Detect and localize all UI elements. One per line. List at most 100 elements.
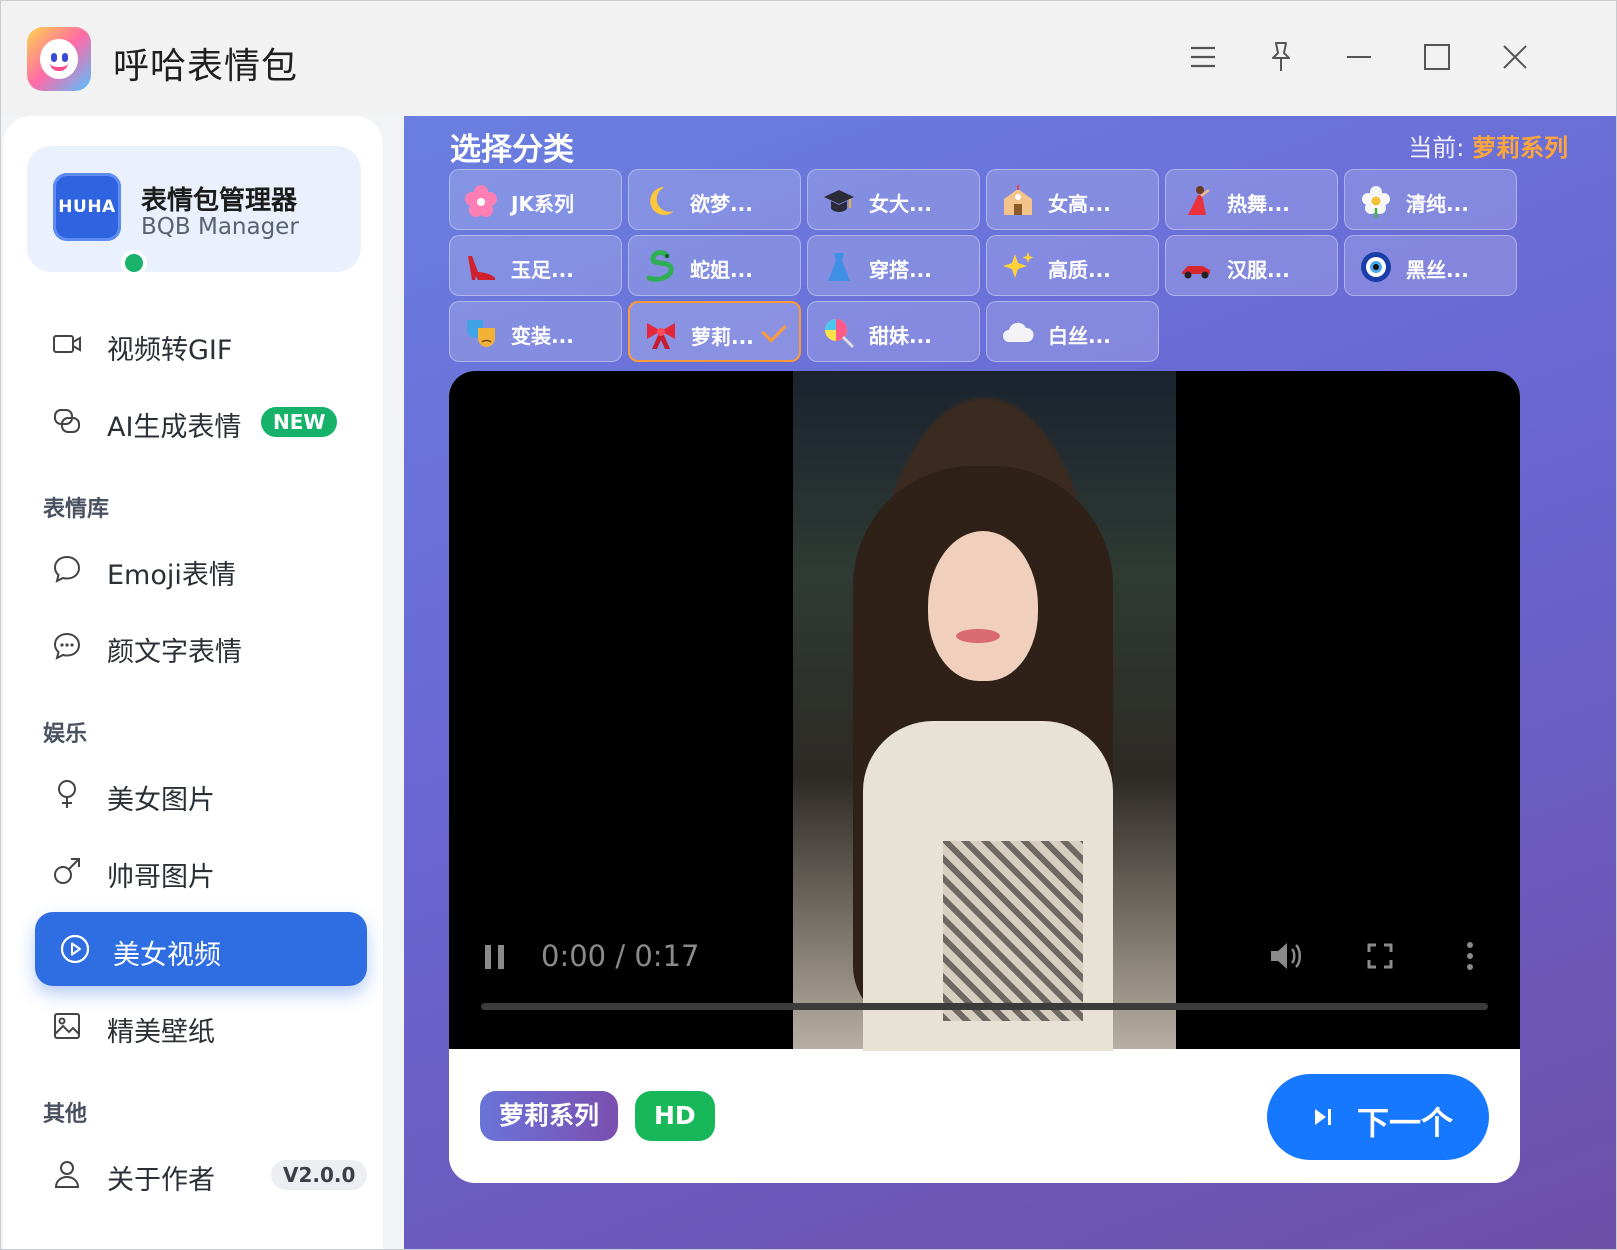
nav-female-videos[interactable]: 美女视频: [35, 912, 367, 986]
nav-label: AI生成表情: [107, 412, 242, 443]
flower-icon: [1362, 186, 1390, 218]
maximize-icon[interactable]: [1415, 35, 1459, 79]
nav-label: 关于作者: [107, 1165, 215, 1196]
brand-name: 表情包管理器: [141, 186, 298, 216]
nav-label: 精美壁纸: [107, 1017, 215, 1048]
dress-icon: [828, 253, 850, 281]
category-chip-nvgao[interactable]: 女高...: [986, 169, 1159, 230]
nav-emoji[interactable]: Emoji表情: [35, 531, 367, 607]
ribbon-icon: [647, 323, 675, 349]
category-label: 女高...: [1048, 192, 1111, 216]
pin-icon[interactable]: [1259, 35, 1303, 79]
ai-chat-icon: [54, 409, 80, 433]
next-button-label: 下一个: [1357, 1104, 1454, 1142]
nav-kaomoji[interactable]: 颜文字表情: [35, 608, 367, 684]
nav-wallpapers[interactable]: 精美壁纸: [35, 988, 367, 1064]
category-label: 变装...: [511, 324, 574, 348]
volume-icon[interactable]: [1269, 940, 1303, 972]
category-label: 汉服...: [1227, 258, 1290, 282]
category-label: 蛇姐...: [690, 258, 753, 282]
school-icon: [1004, 185, 1032, 215]
male-icon: [54, 858, 80, 884]
nav-ai-emoji[interactable]: AI生成表情 NEW: [35, 383, 367, 459]
category-label: JK系列: [511, 192, 574, 216]
category-label: 白丝...: [1048, 324, 1111, 348]
chat-bubble-icon: [53, 555, 81, 583]
video-progress-bar[interactable]: [481, 1003, 1488, 1010]
more-options-icon[interactable]: [1466, 941, 1474, 971]
category-chip-yuzu[interactable]: 玉足...: [449, 235, 622, 296]
sidebar: HUHA 表情包管理器 BQB Manager 视频转GIF AI生成表情 NE…: [3, 116, 383, 1249]
high-heel-icon: [468, 256, 495, 280]
category-chip-bianzhuang[interactable]: 变装...: [449, 301, 622, 362]
nav-female-images[interactable]: 美女图片: [35, 756, 367, 832]
cloud-icon: [1003, 322, 1034, 342]
nav-video-to-gif[interactable]: 视频转GIF: [35, 306, 367, 382]
category-chip-yumeng[interactable]: 欲梦...: [628, 169, 801, 230]
new-badge: NEW: [261, 407, 338, 437]
brand-logo-text: HUHA: [58, 197, 116, 217]
category-label: 欲梦...: [690, 192, 753, 216]
video-player[interactable]: 0:00 / 0:17: [449, 371, 1520, 1051]
current-value: 萝莉系列: [1472, 134, 1568, 162]
chat-dots-icon: [53, 632, 81, 660]
snake-icon: [646, 250, 674, 282]
category-chip-luoli[interactable]: 萝莉...: [628, 301, 801, 362]
female-icon: [58, 780, 76, 808]
category-title: 选择分类: [450, 132, 574, 168]
nav-label: 美女图片: [107, 785, 215, 816]
category-chip-jk[interactable]: JK系列: [449, 169, 622, 230]
app-window: 呼哈表情包 HUHA 表情包管理器 BQB Manager 视频转GIF AI生…: [0, 0, 1617, 1250]
category-chip-hanfu[interactable]: 汉服...: [1165, 235, 1338, 296]
category-chip-rewu[interactable]: 热舞...: [1165, 169, 1338, 230]
app-title: 呼哈表情包: [113, 46, 299, 87]
nazar-amulet-icon: [1361, 252, 1391, 282]
race-car-icon: [1182, 266, 1210, 279]
category-chip-chuanda[interactable]: 穿搭...: [807, 235, 980, 296]
app-logo-icon: [27, 27, 91, 91]
category-tag: 萝莉系列: [480, 1091, 619, 1141]
sparkles-icon: [1003, 252, 1034, 278]
category-chip-tianmei[interactable]: 甜妹...: [807, 301, 980, 362]
category-chip-baisi[interactable]: 白丝...: [986, 301, 1159, 362]
skip-next-icon: [1315, 1109, 1331, 1125]
brand-logo: HUHA: [53, 173, 121, 241]
main-panel: 选择分类 当前: 萝莉系列 JK系列 欲梦... 女大... 女高... 热舞.…: [404, 116, 1616, 1249]
brand-card: HUHA 表情包管理器 BQB Manager: [27, 146, 361, 276]
pause-icon[interactable]: [483, 943, 507, 971]
menu-icon[interactable]: [1181, 35, 1225, 79]
nav-male-images[interactable]: 帅哥图片: [35, 833, 367, 909]
category-label: 清纯...: [1406, 192, 1469, 216]
user-icon: [54, 1161, 80, 1188]
graduation-cap-icon: [824, 190, 854, 212]
category-label: 女大...: [869, 192, 932, 216]
nav-label: 帅哥图片: [107, 862, 215, 893]
category-chip-gaozhi[interactable]: 高质...: [986, 235, 1159, 296]
brand-subtitle: BQB Manager: [141, 214, 299, 240]
close-icon[interactable]: [1493, 35, 1537, 79]
category-label: 高质...: [1048, 258, 1111, 282]
video-time: 0:00 / 0:17: [541, 939, 700, 973]
nav-about-author[interactable]: 关于作者 V2.0.0: [35, 1136, 368, 1212]
hd-tag: HD: [635, 1091, 715, 1141]
category-chip-nvda[interactable]: 女大...: [807, 169, 980, 230]
video-player-card: 0:00 / 0:17 萝莉系列 HD 下一个: [449, 371, 1520, 1183]
dancer-icon: [1188, 186, 1210, 215]
category-chip-qingchun[interactable]: 清纯...: [1344, 169, 1517, 230]
category-label: 黑丝...: [1406, 258, 1469, 282]
category-label: 甜妹...: [869, 324, 932, 348]
video-frame: [793, 371, 1176, 1051]
online-status-dot: [121, 250, 147, 276]
category-chip-shejie[interactable]: 蛇姐...: [628, 235, 801, 296]
category-chip-heisi[interactable]: 黑丝...: [1344, 235, 1517, 296]
lollipop-icon: [825, 319, 855, 349]
crescent-moon-icon: [650, 186, 674, 215]
minimize-icon[interactable]: [1337, 35, 1381, 79]
nav-label: 视频转GIF: [107, 335, 233, 366]
next-button[interactable]: 下一个: [1267, 1074, 1489, 1160]
category-label: 玉足...: [511, 258, 574, 282]
nav-label: 美女视频: [113, 940, 221, 971]
category-label: 热舞...: [1227, 192, 1290, 216]
section-entertainment: 娱乐: [43, 722, 88, 747]
fullscreen-icon[interactable]: [1367, 943, 1393, 969]
